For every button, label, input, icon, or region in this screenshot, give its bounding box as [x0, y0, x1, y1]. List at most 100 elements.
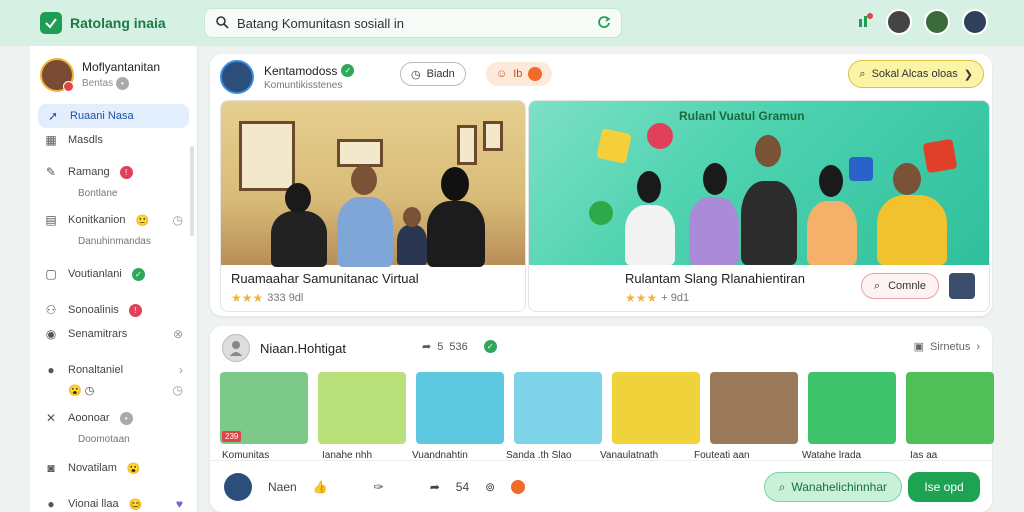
gallery-header: Niaan.Hohtigat [222, 334, 346, 362]
sidebar-item-label: Ramang [68, 166, 110, 178]
emoji-icon: 😮 ◷ [68, 384, 95, 397]
person-head [703, 163, 727, 195]
live-dot-icon [528, 67, 543, 81]
floating-block [849, 157, 873, 181]
record-icon[interactable] [511, 479, 526, 494]
thumbnail[interactable] [514, 372, 602, 444]
clock-icon: ◷ [172, 213, 183, 227]
floating-block [596, 128, 632, 164]
pin-icon[interactable]: ✑ [374, 480, 384, 494]
post-card-2[interactable]: Rulanl Vuatul Gramun Rulantam Slang Rlan… [528, 100, 990, 312]
thumbnail[interactable] [318, 372, 406, 444]
sidebar-item-ramang[interactable]: ✎ Ramang ! [30, 160, 197, 184]
gallery-more[interactable]: ▣ Sirnetus › [914, 340, 980, 354]
avatar[interactable] [949, 273, 975, 299]
scrollbar[interactable] [190, 146, 194, 236]
person [877, 195, 947, 265]
share-icon[interactable]: ➦ [430, 480, 440, 494]
document-icon: ▤ [45, 213, 57, 227]
person-head [441, 167, 469, 201]
camera-icon: ◙ [47, 461, 55, 475]
thumbnail[interactable] [612, 372, 700, 444]
action-name: Naen [268, 479, 297, 494]
sidebar-item-ronaltaniel[interactable]: ● Ronaltaniel › [30, 358, 197, 382]
settings-icon[interactable]: ⊚ [485, 480, 495, 494]
thumbnail[interactable]: 239 [220, 372, 308, 444]
person [397, 225, 427, 265]
emoji-icon: 😊 [128, 498, 143, 511]
sidebar-item-label: Vionai llaa [68, 498, 119, 510]
heart-icon[interactable]: ♥ [176, 497, 183, 511]
sidebar-item-aoonoar[interactable]: ✕ Aoonoar • [30, 406, 197, 430]
sidebar-item-ronaltaniel-meta: 😮 ◷ ◷ [30, 382, 197, 398]
primary-button[interactable]: Ise opd [908, 472, 980, 502]
person-head [351, 165, 377, 195]
card-action-button[interactable]: ⌕ Comnle [860, 273, 939, 299]
thumbnail[interactable] [416, 372, 504, 444]
post-panel: Kentamodoss ✓ Komuntikisstenes ◷ Biadn ☺ … [210, 54, 992, 316]
search-input[interactable] [237, 15, 589, 31]
send-icon: ➚ [47, 109, 59, 123]
wall-frame [483, 121, 503, 151]
sidebar-item-novatilam[interactable]: ◙ Novatilam 😮 [30, 456, 197, 480]
user-avatar-3[interactable] [962, 9, 988, 35]
search-bar[interactable] [204, 8, 622, 38]
refresh-icon[interactable] [597, 15, 611, 32]
notifications-icon[interactable] [856, 12, 874, 33]
sidebar-item-masdls[interactable]: ▦ Masdls [30, 128, 197, 152]
sidebar-item-home[interactable]: ➚ Ruaani Nasa [38, 104, 189, 128]
thumbnail[interactable] [906, 372, 994, 444]
user-avatar-1[interactable] [886, 9, 912, 35]
secondary-button[interactable]: ⌕ Wanahelichinnhar [763, 472, 902, 502]
sidebar-sub-label: Doomotaan [78, 433, 130, 445]
check-badge-icon: ✓ [483, 340, 497, 353]
sidebar-item-sonoalinis[interactable]: ⚇ Sonoalinis ! [30, 298, 197, 322]
thumbnail[interactable] [710, 372, 798, 444]
notification-badge: ! [119, 165, 133, 179]
person [625, 205, 675, 265]
card-caption: Ruamaahar Samunitanac Virtual [231, 271, 419, 286]
gallery-title: Niaan.Hohtigat [260, 340, 346, 356]
sidebar-item-label: Novatilam [68, 462, 117, 474]
avatar-icon: ● [47, 497, 55, 511]
sidebar-profile[interactable]: Moflyantanitan Bentas • [30, 46, 197, 104]
person-head [893, 163, 921, 195]
live-chip[interactable]: ☺ Ib [486, 62, 553, 86]
sidebar-item-label: Konitkanion [68, 214, 126, 226]
sidebar-item-label: Ruaani Nasa [70, 110, 134, 122]
sidebar-item-senamitrars[interactable]: ◉ Senamitrars ⊗ [30, 322, 197, 346]
post-header[interactable]: Kentamodoss ✓ Komuntikisstenes [220, 60, 355, 94]
sidebar-item-voutianlani[interactable]: ▢ Voutianlani ✓ [30, 262, 197, 286]
sidebar-item-label: Sonoalinis [68, 304, 119, 316]
post-subtitle: Komuntikisstenes [264, 79, 343, 91]
group-icon: ⚇ [45, 303, 57, 317]
sidebar-sub-label: Danuhinmandas [78, 235, 151, 247]
avatar-icon: ● [47, 363, 55, 377]
post-card-1[interactable]: Ruamaahar Samunitanac Virtual ★★★ 333 9d… [220, 100, 526, 312]
dot-icon: 5 [437, 340, 444, 353]
person-head [819, 165, 843, 197]
share-count[interactable]: ➦ 5 536 ✓ [422, 340, 497, 353]
sidebar-item-label: Ronaltaniel [68, 364, 124, 376]
avatar[interactable] [224, 472, 252, 501]
close-circle-icon[interactable]: ⊗ [173, 327, 183, 341]
thumbnail[interactable] [808, 372, 896, 444]
person [271, 211, 327, 267]
chevron-right-icon[interactable]: › [179, 363, 183, 377]
person [807, 201, 857, 265]
view-chip[interactable]: ◷ Biadn [400, 62, 466, 86]
brand[interactable]: Ratolang inaia [40, 12, 200, 34]
person-head [403, 207, 421, 227]
check-circle-icon: ◉ [45, 327, 57, 341]
cta-button[interactable]: ⌕ Sokal Alcas oloas ❯ [848, 60, 984, 88]
sidebar-item-vionai[interactable]: ● Vionai llaa 😊 ♥ [30, 492, 197, 512]
like-icon[interactable]: 👍 [313, 480, 328, 494]
floating-block [647, 123, 673, 149]
sidebar: Moflyantanitan Bentas • ➚ Ruaani Nasa ▦ … [30, 46, 198, 512]
user-avatar-2[interactable] [924, 9, 950, 35]
avatar[interactable] [222, 334, 250, 362]
status-icon: • [119, 411, 133, 425]
smile-icon: ☺ [496, 68, 508, 80]
sidebar-item-konitkanion[interactable]: ▤ Konitkanion 🙂 ◷ [30, 208, 197, 232]
avatar [220, 60, 254, 94]
